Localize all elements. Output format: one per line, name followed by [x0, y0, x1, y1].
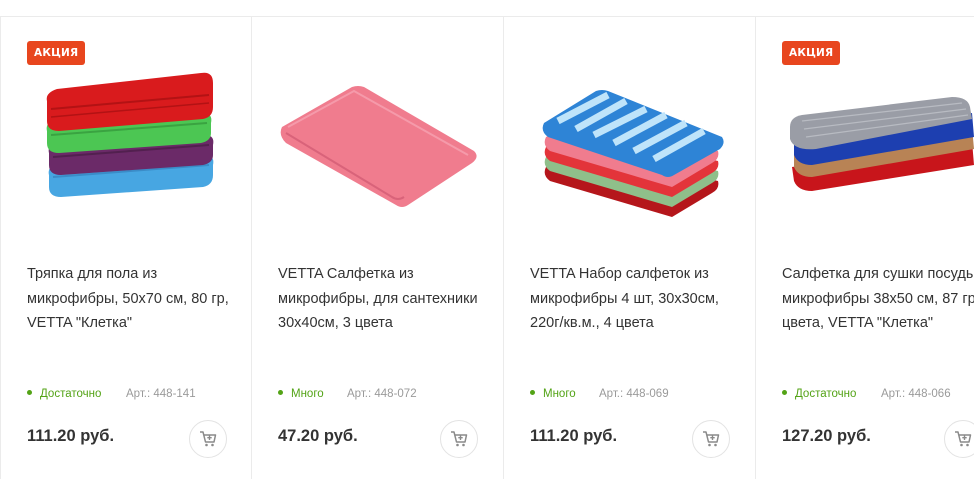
drying-mats-image[interactable]: [772, 57, 974, 227]
product-card[interactable]: АКЦИЯ Салфетка для сушки посуды из микро…: [756, 17, 974, 479]
stock-status: Достаточно: [27, 388, 101, 400]
product-grid: АКЦИЯ Тряпка для пола из микрофибры, 50х…: [0, 17, 974, 479]
product-price: 111.20 руб.: [530, 427, 618, 445]
product-title[interactable]: Тряпка для пола из микрофибры, 50х70 см,…: [27, 262, 245, 336]
cart-add-icon: [451, 431, 468, 447]
stock-dot-icon: [278, 390, 283, 396]
add-to-cart-button[interactable]: [944, 420, 974, 458]
product-price: 47.20 руб.: [278, 427, 358, 445]
product-price: 111.20 руб.: [27, 427, 115, 445]
product-price: 127.20 руб.: [782, 427, 871, 445]
cart-add-icon: [200, 431, 217, 447]
stock-dot-icon: [530, 390, 535, 396]
article-number: Арт.: 448-072: [347, 388, 417, 400]
article-number: Арт.: 448-066: [881, 388, 951, 400]
add-to-cart-button[interactable]: [189, 420, 227, 458]
product-card[interactable]: VETTA Набор салфеток из микрофибры 4 шт,…: [504, 17, 756, 479]
stock-label: Много: [291, 388, 324, 400]
stock-status: Много: [278, 388, 324, 400]
stock-label: Достаточно: [795, 388, 857, 400]
add-to-cart-button[interactable]: [440, 420, 478, 458]
stock-dot-icon: [782, 390, 787, 396]
article-number: Арт.: 448-069: [599, 388, 669, 400]
stock-status: Достаточно: [782, 388, 856, 400]
stock-status: Много: [530, 388, 576, 400]
product-title[interactable]: VETTA Набор салфеток из микрофибры 4 шт,…: [530, 262, 748, 336]
cart-add-icon: [955, 431, 972, 447]
cart-add-icon: [703, 431, 720, 447]
stock-dot-icon: [27, 390, 32, 396]
towel-stack-image[interactable]: [17, 57, 239, 227]
pink-cloth-image[interactable]: [268, 57, 490, 227]
stock-label: Много: [543, 388, 576, 400]
article-number: Арт.: 448-141: [126, 388, 196, 400]
product-title[interactable]: VETTA Салфетка из микрофибры, для сантех…: [278, 262, 496, 336]
stock-label: Достаточно: [40, 388, 102, 400]
striped-cloths-image[interactable]: [520, 57, 742, 227]
product-card[interactable]: VETTA Салфетка из микрофибры, для сантех…: [252, 17, 504, 479]
product-card[interactable]: АКЦИЯ Тряпка для пола из микрофибры, 50х…: [0, 17, 252, 479]
product-title[interactable]: Салфетка для сушки посуды из микрофибры …: [782, 262, 974, 336]
add-to-cart-button[interactable]: [692, 420, 730, 458]
